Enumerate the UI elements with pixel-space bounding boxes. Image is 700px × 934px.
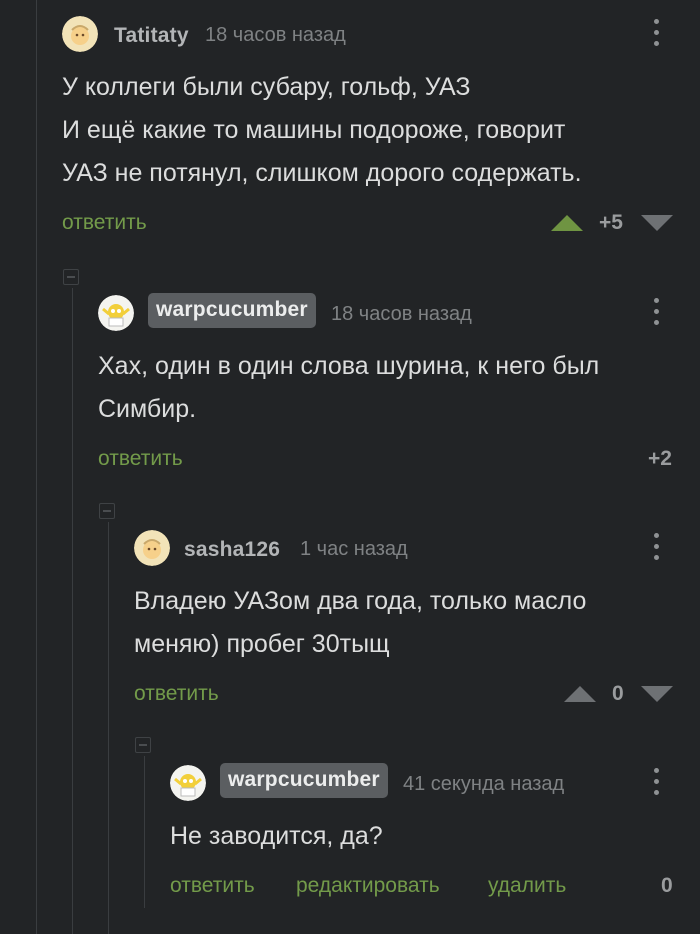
- edit-link[interactable]: редактировать: [296, 874, 440, 898]
- comment-header: Tatitaty 18 часов назад: [62, 16, 700, 52]
- comment-actions: ответить +5: [62, 211, 700, 241]
- rating: 0: [661, 874, 673, 897]
- comment: Tatitaty 18 часов назад У коллеги были с…: [62, 16, 700, 241]
- menu-dots-icon[interactable]: [648, 530, 664, 562]
- reply-link[interactable]: ответить: [134, 682, 219, 706]
- collapse-thread-icon[interactable]: [63, 269, 79, 285]
- timestamp: 18 часов назад: [331, 303, 472, 325]
- comment: sasha126 1 час назад Владею УАЗом два го…: [134, 530, 700, 712]
- reply-link[interactable]: ответить: [62, 211, 147, 235]
- downvote-arrow-icon[interactable]: [641, 686, 673, 702]
- upvote-arrow-icon[interactable]: [564, 686, 596, 702]
- avatar[interactable]: [98, 295, 134, 331]
- timestamp: 1 час назад: [300, 538, 408, 560]
- menu-dots-icon[interactable]: [648, 765, 664, 797]
- avatar[interactable]: [62, 16, 98, 52]
- comment: warpcucumber 18 часов назад Хах, один в …: [98, 293, 700, 477]
- username[interactable]: Tatitaty: [114, 24, 189, 48]
- rating: 0: [612, 682, 624, 705]
- username[interactable]: warpcucumber: [220, 763, 388, 798]
- comment-text: Хах, один в один слова шурина, к него бы…: [98, 352, 600, 423]
- comment-header: sasha126 1 час назад: [134, 530, 700, 566]
- rating: +5: [599, 211, 623, 234]
- comment-actions: ответить 0: [134, 682, 700, 712]
- avatar[interactable]: [170, 765, 206, 801]
- rating: +2: [648, 447, 672, 470]
- upvote-arrow-icon[interactable]: [551, 215, 583, 231]
- comment-text: У коллеги были субару, гольф, УАЗ И ещё …: [62, 73, 582, 187]
- username[interactable]: warpcucumber: [148, 293, 316, 328]
- comment: warpcucumber 41 секунда назад Не заводит…: [170, 763, 700, 904]
- thread-line: [72, 288, 73, 934]
- avatar[interactable]: [134, 530, 170, 566]
- comment-actions: ответить редактировать удалить 0: [170, 874, 700, 904]
- timestamp: 18 часов назад: [205, 24, 346, 46]
- menu-dots-icon[interactable]: [648, 295, 664, 327]
- comment-header: warpcucumber 18 часов назад: [98, 293, 700, 331]
- delete-link[interactable]: удалить: [488, 874, 566, 898]
- thread-line: [36, 0, 37, 934]
- reply-link[interactable]: ответить: [170, 874, 255, 898]
- comment-header: warpcucumber 41 секунда назад: [170, 763, 700, 801]
- comment-text: Владею УАЗом два года, только масло меня…: [134, 587, 587, 658]
- comment-actions: ответить +2: [98, 447, 700, 477]
- comment-text: Не заводится, да?: [170, 822, 383, 850]
- downvote-arrow-icon[interactable]: [641, 215, 673, 231]
- menu-dots-icon[interactable]: [648, 16, 664, 48]
- username[interactable]: sasha126: [184, 538, 280, 562]
- collapse-thread-icon[interactable]: [135, 737, 151, 753]
- reply-link[interactable]: ответить: [98, 447, 183, 471]
- thread-line: [144, 756, 145, 908]
- collapse-thread-icon[interactable]: [99, 503, 115, 519]
- timestamp: 41 секунда назад: [403, 773, 565, 795]
- thread-line: [108, 522, 109, 934]
